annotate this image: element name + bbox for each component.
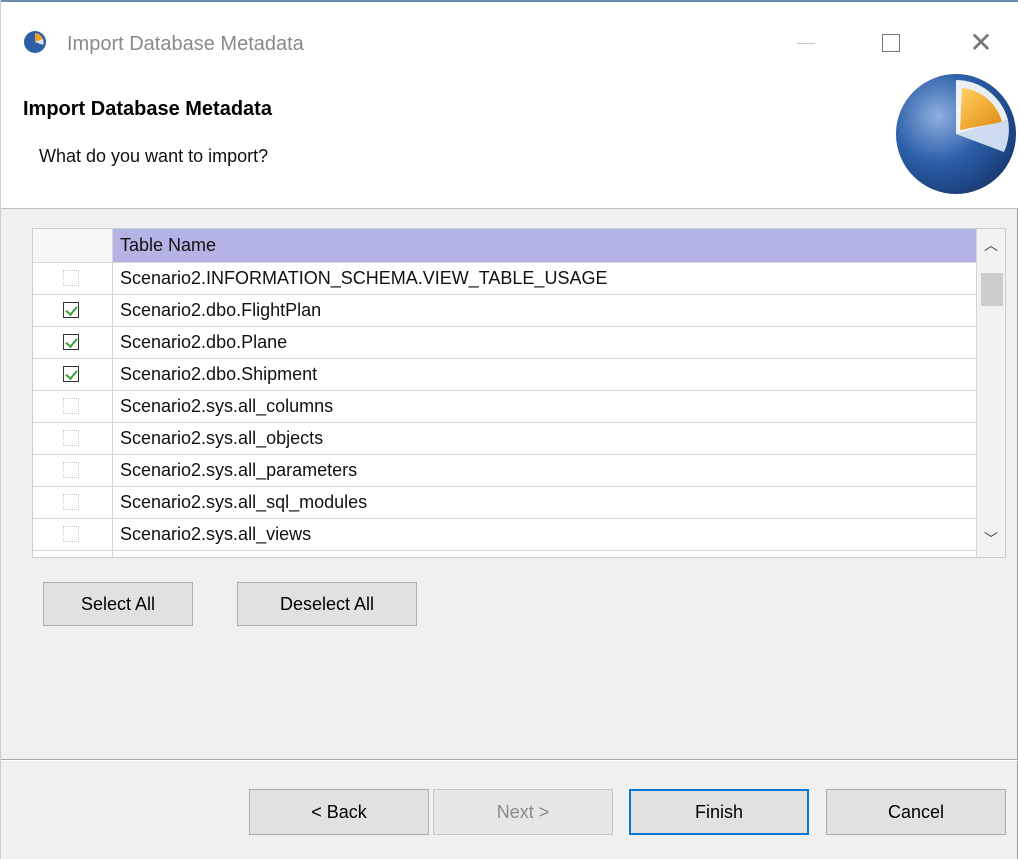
scroll-thumb[interactable] xyxy=(981,273,1003,306)
title-bar: Import Database Metadata ✕ xyxy=(1,2,1018,74)
table-row[interactable] xyxy=(33,551,977,557)
scroll-down-button[interactable]: ﹀ xyxy=(977,527,1005,551)
row-check-cell xyxy=(33,295,113,326)
import-dialog: Import Database Metadata ✕ Import Databa… xyxy=(0,0,1018,859)
row-check-cell xyxy=(33,359,113,390)
chevron-down-icon: ﹀ xyxy=(984,531,998,547)
checkbox-column-header[interactable] xyxy=(33,229,113,262)
window-title: Import Database Metadata xyxy=(67,33,304,55)
row-checkbox[interactable] xyxy=(63,430,79,446)
row-checkbox[interactable] xyxy=(63,302,79,318)
row-table-name: Scenario2.sys.all_views xyxy=(113,519,977,550)
wizard-logo-icon xyxy=(896,74,1016,194)
row-checkbox[interactable] xyxy=(63,270,79,286)
row-checkbox[interactable] xyxy=(63,334,79,350)
app-logo-icon xyxy=(24,31,46,53)
chevron-up-icon: ︿ xyxy=(984,237,998,253)
row-table-name xyxy=(113,551,977,557)
table-row[interactable]: Scenario2.dbo.FlightPlan xyxy=(33,295,977,327)
row-table-name: Scenario2.INFORMATION_SCHEMA.VIEW_TABLE_… xyxy=(113,263,977,294)
row-table-name: Scenario2.sys.all_sql_modules xyxy=(113,487,977,518)
table-name-column-header[interactable]: Table Name xyxy=(113,229,977,262)
row-table-name: Scenario2.sys.all_columns xyxy=(113,391,977,422)
row-check-cell xyxy=(33,391,113,422)
footer-separator-highlight xyxy=(1,760,1018,761)
maximize-icon xyxy=(882,34,900,52)
table-row[interactable]: Scenario2.sys.all_parameters xyxy=(33,455,977,487)
minimize-button[interactable] xyxy=(774,16,838,70)
tables-list[interactable]: Table Name Scenario2.INFORMATION_SCHEMA.… xyxy=(32,228,1006,558)
deselect-all-button[interactable]: Deselect All xyxy=(237,582,417,626)
table-header: Table Name xyxy=(33,229,977,263)
close-icon: ✕ xyxy=(969,27,993,58)
close-button[interactable]: ✕ xyxy=(949,16,1013,70)
row-check-cell xyxy=(33,551,113,557)
table-rows: Scenario2.INFORMATION_SCHEMA.VIEW_TABLE_… xyxy=(33,263,977,557)
table-row[interactable]: Scenario2.dbo.Plane xyxy=(33,327,977,359)
table-row[interactable]: Scenario2.sys.all_sql_modules xyxy=(33,487,977,519)
finish-button[interactable]: Finish xyxy=(629,789,809,835)
table-row[interactable]: Scenario2.sys.all_columns xyxy=(33,391,977,423)
back-button[interactable]: < Back xyxy=(249,789,429,835)
row-check-cell xyxy=(33,263,113,294)
wizard-banner: Import Database Metadata What do you wan… xyxy=(1,74,1018,209)
row-table-name: Scenario2.sys.all_parameters xyxy=(113,455,977,486)
row-table-name: Scenario2.dbo.FlightPlan xyxy=(113,295,977,326)
banner-title: Import Database Metadata xyxy=(23,98,272,120)
scroll-up-button[interactable]: ︿ xyxy=(977,233,1005,257)
cancel-button[interactable]: Cancel xyxy=(826,789,1006,835)
vertical-scrollbar[interactable]: ︿ ﹀ xyxy=(977,229,1005,557)
row-check-cell xyxy=(33,423,113,454)
row-checkbox[interactable] xyxy=(63,494,79,510)
table-row[interactable]: Scenario2.dbo.Shipment xyxy=(33,359,977,391)
row-table-name: Scenario2.sys.all_objects xyxy=(113,423,977,454)
row-check-cell xyxy=(33,487,113,518)
table-row[interactable]: Scenario2.INFORMATION_SCHEMA.VIEW_TABLE_… xyxy=(33,263,977,295)
row-checkbox[interactable] xyxy=(63,462,79,478)
select-all-button[interactable]: Select All xyxy=(43,582,193,626)
row-checkbox[interactable] xyxy=(63,366,79,382)
banner-subtitle: What do you want to import? xyxy=(39,146,269,166)
next-button[interactable]: Next > xyxy=(433,789,613,835)
row-check-cell xyxy=(33,327,113,358)
row-check-cell xyxy=(33,519,113,550)
row-checkbox[interactable] xyxy=(63,526,79,542)
table-row[interactable]: Scenario2.sys.all_objects xyxy=(33,423,977,455)
row-checkbox[interactable] xyxy=(63,398,79,414)
row-table-name: Scenario2.dbo.Shipment xyxy=(113,359,977,390)
row-table-name: Scenario2.dbo.Plane xyxy=(113,327,977,358)
row-check-cell xyxy=(33,455,113,486)
maximize-button[interactable] xyxy=(859,16,923,70)
minimize-icon xyxy=(797,42,815,44)
table-row[interactable]: Scenario2.sys.all_views xyxy=(33,519,977,551)
